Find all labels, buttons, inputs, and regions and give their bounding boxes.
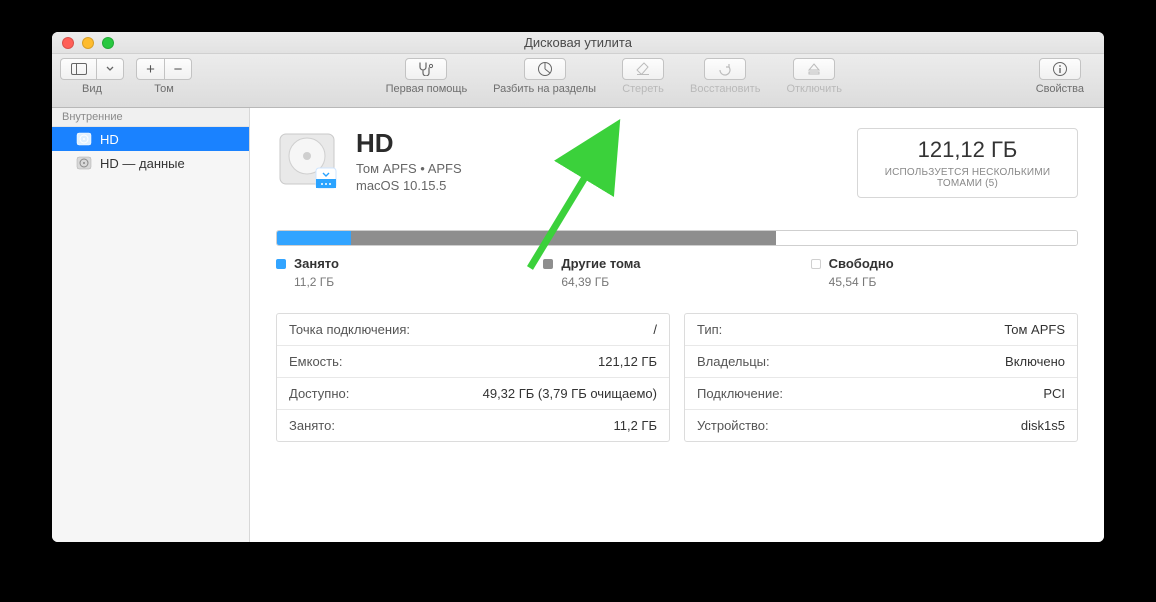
- volume-label: Том: [154, 83, 174, 95]
- usage-segment-free: [776, 231, 1077, 245]
- volume-toolgroup: + − Том: [136, 58, 192, 95]
- detail-key: Занято:: [289, 418, 335, 433]
- sidebar-section-header: Внутренние: [52, 108, 249, 127]
- sidebar: Внутренние HD HD — данные: [52, 108, 250, 542]
- capacity-box: 121,12 ГБ ИСПОЛЬЗУЕТСЯ НЕСКОЛЬКИМИ ТОМАМ…: [857, 128, 1078, 198]
- detail-row: Устройство: disk1s5: [685, 410, 1077, 441]
- sidebar-item-hd[interactable]: HD: [52, 127, 249, 151]
- sidebar-item-hd-data[interactable]: HD — данные: [52, 151, 249, 175]
- remove-volume-button[interactable]: −: [164, 58, 192, 80]
- swatch-other: [543, 259, 553, 269]
- volume-icon: [276, 128, 338, 190]
- pie-icon: [537, 61, 553, 77]
- disk-icon: [76, 155, 92, 171]
- volume-subtitle: Том APFS • APFS: [356, 161, 857, 176]
- detail-row: Занято: 11,2 ГБ: [277, 410, 669, 441]
- plus-icon: +: [146, 62, 155, 77]
- swatch-used: [276, 259, 286, 269]
- legend-used-value: 11,2 ГБ: [294, 275, 543, 289]
- minus-icon: −: [174, 62, 183, 77]
- unmount-button[interactable]: [793, 58, 835, 80]
- details-table-left: Точка подключения: / Емкость: 121,12 ГБ Дост…: [276, 313, 670, 442]
- detail-value: /: [653, 322, 657, 337]
- detail-key: Тип:: [697, 322, 722, 337]
- detail-row: Доступно: 49,32 ГБ (3,79 ГБ очищаемо): [277, 378, 669, 410]
- info-button[interactable]: [1039, 58, 1081, 80]
- legend-used-label: Занято: [294, 256, 339, 271]
- toolbar: Вид + − Том Первая помощь: [52, 54, 1104, 108]
- info-icon: [1052, 61, 1068, 77]
- detail-row: Точка подключения: /: [277, 314, 669, 346]
- add-volume-button[interactable]: +: [136, 58, 164, 80]
- info-label: Свойства: [1036, 83, 1084, 95]
- detail-row: Подключение: PCI: [685, 378, 1077, 410]
- detail-value: 11,2 ГБ: [613, 418, 657, 433]
- detail-key: Доступно:: [289, 386, 349, 401]
- detail-key: Емкость:: [289, 354, 343, 369]
- titlebar: Дисковая утилита: [52, 32, 1104, 54]
- view-toolgroup: Вид: [60, 58, 124, 95]
- sidebar-layout-icon: [71, 63, 87, 75]
- detail-key: Точка подключения:: [289, 322, 410, 337]
- legend-free-label: Свободно: [829, 256, 894, 271]
- disk-icon: [76, 131, 92, 147]
- view-label: Вид: [82, 83, 102, 95]
- detail-key: Владельцы:: [697, 354, 770, 369]
- detail-value: Том APFS: [1004, 322, 1065, 337]
- detail-key: Подключение:: [697, 386, 783, 401]
- volume-os: macOS 10.15.5: [356, 178, 857, 193]
- detail-value: disk1s5: [1021, 418, 1065, 433]
- usage-legend: Занято 11,2 ГБ Другие тома 64,39 ГБ Своб…: [276, 256, 1078, 289]
- main-panel: HD Том APFS • APFS macOS 10.15.5 121,12 …: [250, 108, 1104, 542]
- eraser-icon: [635, 62, 651, 76]
- disk-utility-window: Дисковая утилита Вид + −: [52, 32, 1104, 542]
- legend-other-label: Другие тома: [561, 256, 640, 271]
- unmount-label: Отключить: [786, 83, 842, 95]
- window-title: Дисковая утилита: [52, 35, 1104, 50]
- detail-row: Емкость: 121,12 ГБ: [277, 346, 669, 378]
- legend-free-value: 45,54 ГБ: [829, 275, 1078, 289]
- capacity-value: 121,12 ГБ: [864, 137, 1071, 163]
- detail-value: PCI: [1043, 386, 1065, 401]
- detail-row: Владельцы: Включено: [685, 346, 1077, 378]
- details-table-right: Тип: Том APFS Владельцы: Включено Подключени…: [684, 313, 1078, 442]
- view-mode-button[interactable]: [60, 58, 96, 80]
- erase-button[interactable]: [622, 58, 664, 80]
- detail-row: Тип: Том APFS: [685, 314, 1077, 346]
- chevron-down-icon: [106, 66, 114, 72]
- sidebar-item-label: HD — данные: [100, 156, 185, 171]
- stethoscope-icon: [417, 62, 435, 76]
- first-aid-label: Первая помощь: [386, 83, 468, 95]
- detail-value: Включено: [1005, 354, 1065, 369]
- restore-button[interactable]: [704, 58, 746, 80]
- partition-button[interactable]: [524, 58, 566, 80]
- usage-bar: [276, 230, 1078, 246]
- usage-segment-used: [277, 231, 351, 245]
- partition-label: Разбить на разделы: [493, 83, 596, 95]
- view-dropdown-button[interactable]: [96, 58, 124, 80]
- eject-icon: [807, 62, 821, 76]
- volume-name: HD: [356, 128, 857, 159]
- detail-key: Устройство:: [697, 418, 769, 433]
- toolbar-center: Первая помощь Разбить на разделы Стереть…: [204, 58, 1036, 95]
- erase-label: Стереть: [622, 83, 664, 95]
- detail-value: 121,12 ГБ: [598, 354, 657, 369]
- restore-icon: [717, 62, 733, 76]
- usage-segment-other: [351, 231, 777, 245]
- capacity-subtext: ИСПОЛЬЗУЕТСЯ НЕСКОЛЬКИМИ ТОМАМИ (5): [864, 167, 1071, 189]
- first-aid-button[interactable]: [405, 58, 447, 80]
- legend-other-value: 64,39 ГБ: [561, 275, 810, 289]
- swatch-free: [811, 259, 821, 269]
- sidebar-item-label: HD: [100, 132, 119, 147]
- detail-value: 49,32 ГБ (3,79 ГБ очищаемо): [483, 386, 657, 401]
- restore-label: Восстановить: [690, 83, 760, 95]
